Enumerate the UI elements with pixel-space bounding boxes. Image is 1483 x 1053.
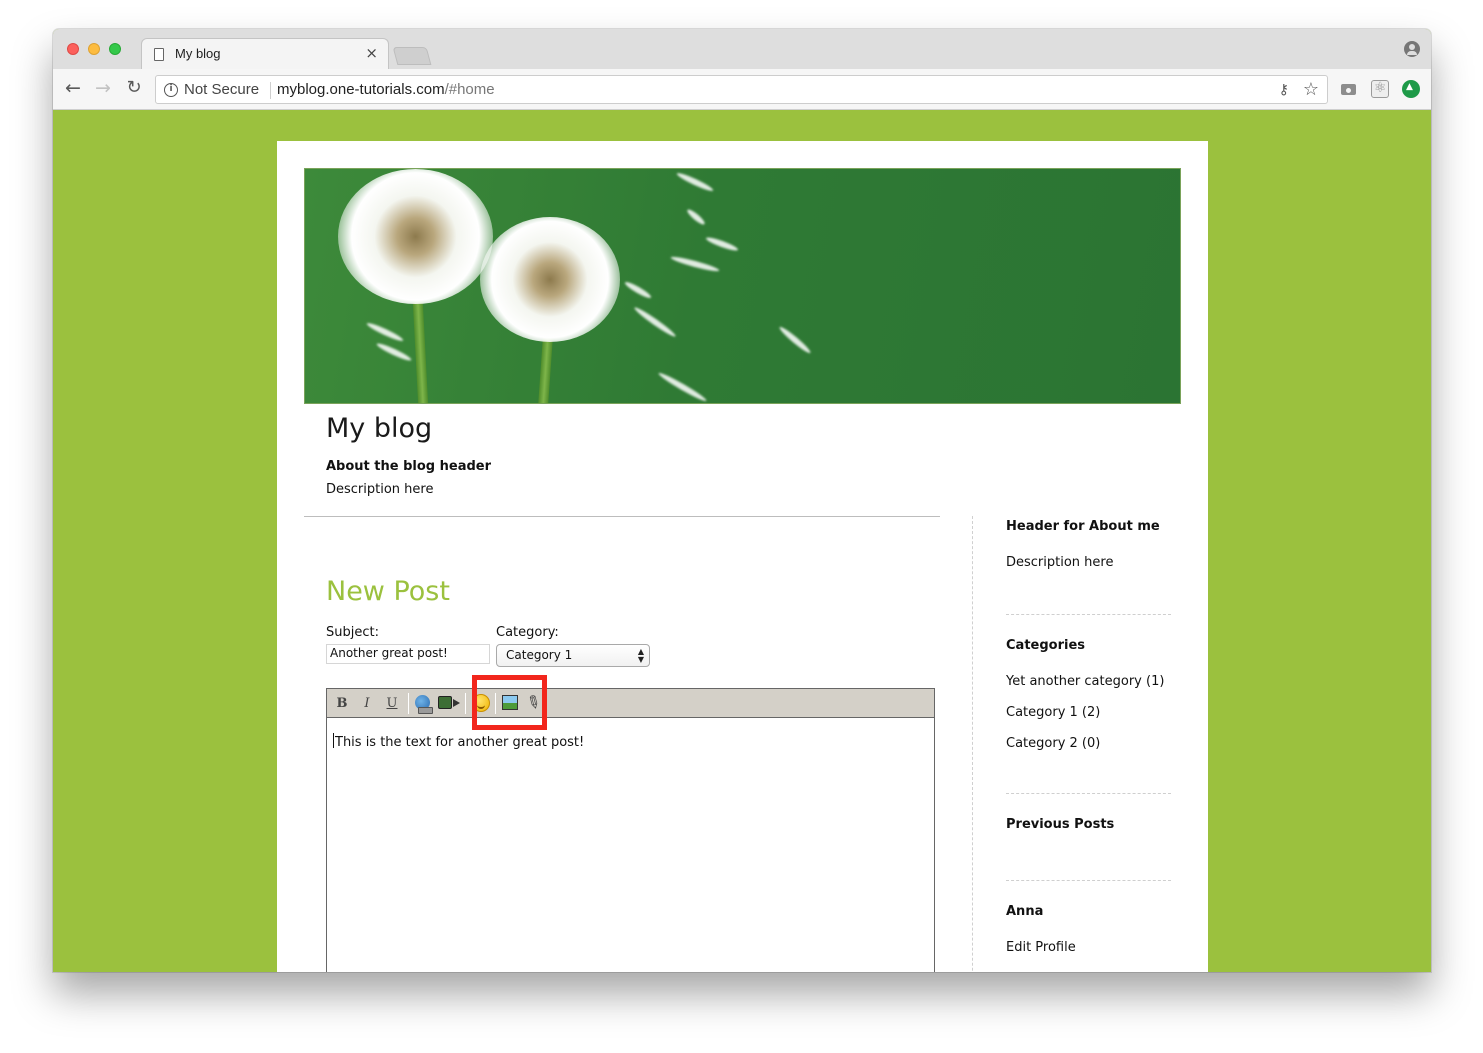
sidebar-rule xyxy=(1006,793,1171,794)
page-icon xyxy=(154,48,164,61)
address-bar[interactable]: i Not Secure myblog.one-tutorials.com/#h… xyxy=(155,75,1328,104)
insert-link-globe-icon[interactable] xyxy=(415,695,433,714)
post-editor[interactable]: B I U ✎ This is the text for another gre… xyxy=(326,688,935,972)
browser-window: My blog × ← → ↻ i Not Secure myblog.one-… xyxy=(53,29,1431,972)
text-caret xyxy=(333,733,334,748)
edit-profile-link[interactable]: Edit Profile xyxy=(1006,940,1076,955)
content-divider xyxy=(304,516,940,517)
category-select[interactable]: Category 1 ▲ ▼ xyxy=(496,644,650,667)
toolbar-separator xyxy=(465,693,466,714)
seed xyxy=(375,341,413,363)
category-link[interactable]: Category 1 (2) xyxy=(1006,705,1100,720)
about-me-text: Description here xyxy=(1006,555,1114,570)
seed xyxy=(704,235,740,253)
about-me-heading: Header for About me xyxy=(1006,519,1160,534)
categories-heading: Categories xyxy=(1006,638,1086,653)
editor-body-text: This is the text for another great post! xyxy=(335,735,585,750)
blog-page: My blog About the blog header Descriptio… xyxy=(277,141,1208,972)
url-separator xyxy=(270,82,271,99)
seed xyxy=(623,279,653,301)
user-name: Anna xyxy=(1006,904,1044,919)
seed xyxy=(670,254,720,274)
tab-title: My blog xyxy=(175,46,221,61)
close-window-button[interactable] xyxy=(67,43,79,55)
sidebar-rule xyxy=(1006,614,1171,615)
category-label: Category: xyxy=(496,625,559,640)
italic-button[interactable]: I xyxy=(360,694,374,713)
subject-label: Subject: xyxy=(326,625,379,640)
new-post-heading: New Post xyxy=(326,576,450,607)
category-link[interactable]: Category 2 (0) xyxy=(1006,736,1100,751)
category-selected-value: Category 1 xyxy=(506,648,573,662)
editor-toolbar: B I U ✎ xyxy=(327,689,934,718)
maximize-window-button[interactable] xyxy=(109,43,121,55)
minimize-window-button[interactable] xyxy=(88,43,100,55)
seed xyxy=(675,170,715,194)
underline-button[interactable]: U xyxy=(385,694,399,713)
sidebar-rule xyxy=(1006,880,1171,881)
browser-tab[interactable]: My blog × xyxy=(141,38,389,69)
toolbar-separator xyxy=(408,693,409,714)
react-devtools-icon[interactable] xyxy=(1371,80,1389,98)
info-icon[interactable]: i xyxy=(164,83,178,97)
subject-input[interactable]: Another great post! xyxy=(326,644,490,664)
seed xyxy=(365,320,405,344)
bookmark-star-icon[interactable]: ☆ xyxy=(1303,79,1319,100)
reload-icon[interactable]: ↻ xyxy=(123,77,145,99)
forward-arrow-icon[interactable]: → xyxy=(92,77,114,99)
seed xyxy=(685,207,707,227)
seed xyxy=(632,305,678,339)
seed xyxy=(777,324,813,356)
category-link[interactable]: Yet another category (1) xyxy=(1006,674,1164,689)
profile-icon[interactable] xyxy=(1404,41,1420,57)
insert-video-icon[interactable] xyxy=(438,696,460,709)
header-banner-image xyxy=(304,168,1181,404)
seed xyxy=(657,370,708,403)
editor-body[interactable]: This is the text for another great post! xyxy=(333,733,584,750)
about-blog-description: Description here xyxy=(326,482,434,497)
camera-icon[interactable] xyxy=(1340,80,1358,98)
url-path: /#home xyxy=(444,81,495,98)
url-text[interactable]: myblog.one-tutorials.com/#home xyxy=(277,81,495,98)
blog-title[interactable]: My blog xyxy=(326,413,432,444)
tab-close-icon[interactable]: × xyxy=(365,44,378,62)
sidebar-divider xyxy=(972,516,973,972)
url-host: myblog.one-tutorials.com xyxy=(277,81,445,98)
previous-posts-heading: Previous Posts xyxy=(1006,817,1115,832)
title-bar: My blog × xyxy=(53,29,1431,69)
back-arrow-icon[interactable]: ← xyxy=(62,77,84,99)
dandelion-puff xyxy=(480,217,620,342)
security-label[interactable]: Not Secure xyxy=(184,81,259,98)
key-icon[interactable]: ⚷ xyxy=(1279,82,1289,98)
browser-toolbar: ← → ↻ i Not Secure myblog.one-tutorials.… xyxy=(53,69,1431,110)
new-tab-button[interactable] xyxy=(392,47,432,65)
bold-button[interactable]: B xyxy=(335,694,349,713)
about-blog-header: About the blog header xyxy=(326,459,492,474)
select-arrows-icon: ▲ ▼ xyxy=(637,647,644,664)
highlight-annotation-box xyxy=(472,675,547,730)
dandelion-puff xyxy=(338,169,493,304)
upload-extension-icon[interactable] xyxy=(1402,80,1420,98)
